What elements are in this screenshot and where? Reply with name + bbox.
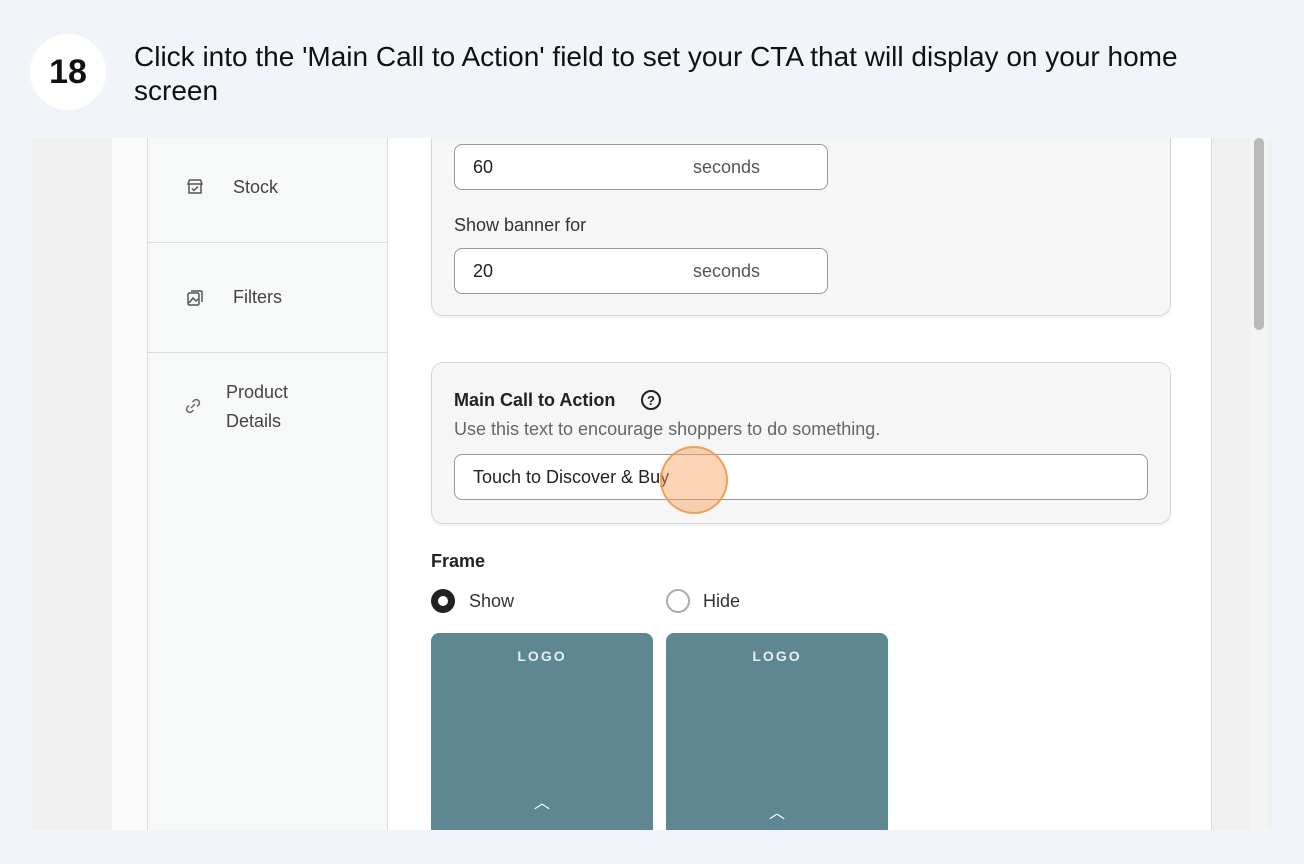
image-filter-icon xyxy=(184,287,206,309)
chevron-up-icon: ︿ xyxy=(533,795,550,812)
sidebar-item-label: Filters xyxy=(233,287,282,307)
settings-main: 60 seconds Show banner for 20 seconds Ma… xyxy=(388,138,1212,830)
sidebar-item-filters[interactable]: Filters xyxy=(148,243,387,353)
cta-title: Main Call to Action xyxy=(454,390,616,410)
frame-hide-label: Hide xyxy=(703,591,741,611)
show-banner-label: Show banner for xyxy=(454,215,587,235)
timing-card: 60 seconds Show banner for 20 seconds xyxy=(431,138,1171,316)
logo-placeholder: LOGO xyxy=(752,648,802,664)
frame-show-radio[interactable] xyxy=(431,589,455,613)
main-cta-card: Main Call to Action ? Use this text to e… xyxy=(431,362,1171,524)
logo-placeholder: LOGO xyxy=(517,648,567,664)
chevron-up-icon: ︿ xyxy=(768,805,785,822)
link-icon xyxy=(182,395,204,417)
frame-show-label: Show xyxy=(469,591,515,611)
frame-preview-show[interactable]: LOGO ︿ xyxy=(431,633,653,830)
duration-input[interactable]: 60 seconds xyxy=(454,144,828,190)
frame-hide-radio[interactable] xyxy=(666,589,690,613)
sidebar-item-stock[interactable]: Stock xyxy=(148,138,387,243)
settings-sidebar: Stock Filters Product Details xyxy=(147,138,388,830)
step-number-badge: 18 xyxy=(30,34,106,110)
app-screenshot: Stock Filters Product Details 60 seconds… xyxy=(32,138,1272,830)
cta-description: Use this text to encourage shoppers to d… xyxy=(454,419,881,439)
sidebar-item-label: Stock xyxy=(233,177,279,197)
sidebar-item-label: Product Details xyxy=(226,382,289,431)
sidebar-item-product-details[interactable]: Product Details xyxy=(148,353,387,463)
frame-preview-hide[interactable]: LOGO ︿ xyxy=(666,633,888,830)
main-cta-input[interactable]: Touch to Discover & Buy xyxy=(454,454,1148,500)
help-icon[interactable]: ? xyxy=(641,390,661,410)
scrollbar[interactable] xyxy=(1250,138,1268,830)
click-indicator xyxy=(660,446,728,514)
banner-duration-input[interactable]: 20 seconds xyxy=(454,248,828,294)
settings-page: Stock Filters Product Details 60 seconds… xyxy=(112,138,1212,830)
store-check-icon xyxy=(184,176,206,198)
step-instruction: Click into the 'Main Call to Action' fie… xyxy=(134,41,1178,106)
frame-title: Frame xyxy=(431,551,486,571)
scrollbar-thumb[interactable] xyxy=(1254,138,1264,330)
